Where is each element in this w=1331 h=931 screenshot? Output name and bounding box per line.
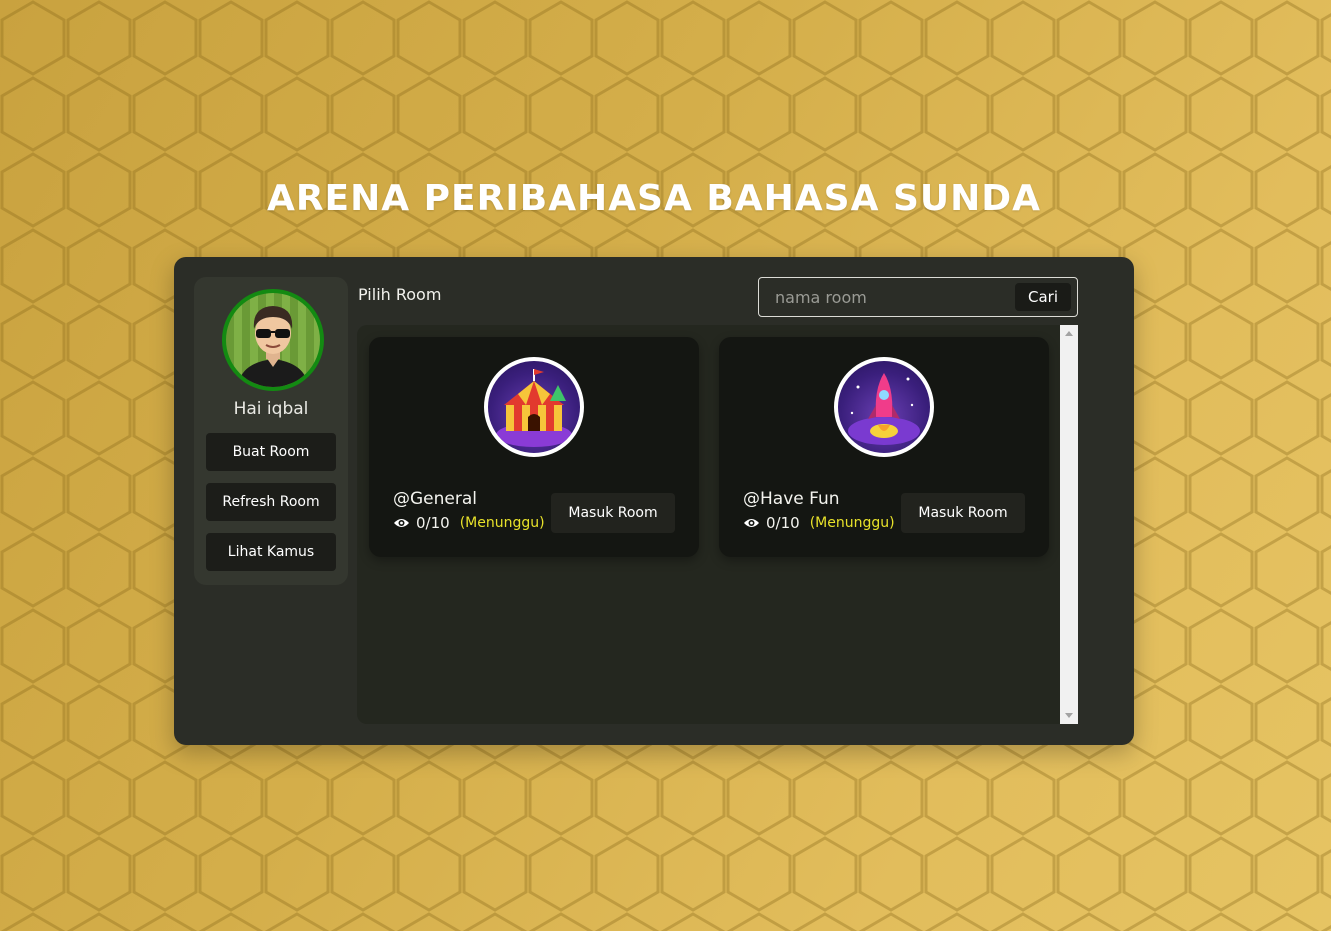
enter-room-button[interactable]: Masuk Room <box>551 493 675 533</box>
room-status: (Menunggu) <box>809 515 895 531</box>
room-list-scrollbar[interactable] <box>1060 325 1078 724</box>
room-status: (Menunggu) <box>459 515 545 531</box>
room-card: @General 0/10 (Menunggu) Masuk Room <box>369 337 699 557</box>
rooms-heading: Pilih Room <box>358 285 442 304</box>
eye-icon <box>744 519 759 527</box>
room-stats: 0/10 (Menunggu) <box>393 514 545 532</box>
room-player-count: 0/10 <box>416 514 450 532</box>
eye-icon <box>394 519 409 527</box>
page-title: ARENA PERIBAHASA BAHASA SUNDA <box>266 178 1042 219</box>
user-avatar-icon <box>222 289 324 391</box>
scroll-up-arrow-icon[interactable] <box>1065 331 1073 336</box>
room-stats: 0/10 (Menunggu) <box>743 514 895 532</box>
refresh-room-button[interactable]: Refresh Room <box>206 483 336 521</box>
scroll-down-arrow-icon[interactable] <box>1065 713 1073 718</box>
room-search-box: Cari <box>758 277 1078 317</box>
rocket-icon <box>834 357 934 457</box>
create-room-button[interactable]: Buat Room <box>206 433 336 471</box>
view-dictionary-button[interactable]: Lihat Kamus <box>206 533 336 571</box>
room-name: @Have Fun <box>743 489 840 509</box>
room-name: @General <box>393 489 477 509</box>
user-greeting: Hai iqbal <box>233 399 309 419</box>
room-list: @General 0/10 (Menunggu) Masuk Room @Hav… <box>357 325 1060 724</box>
room-search-input[interactable] <box>769 282 1021 312</box>
user-sidebar: Hai iqbal Buat Room Refresh Room Lihat K… <box>194 277 348 585</box>
lobby-panel: Hai iqbal Buat Room Refresh Room Lihat K… <box>174 257 1134 745</box>
search-button[interactable]: Cari <box>1015 283 1071 311</box>
enter-room-button[interactable]: Masuk Room <box>901 493 1025 533</box>
circus-tent-icon <box>484 357 584 457</box>
room-player-count: 0/10 <box>766 514 800 532</box>
room-card: @Have Fun 0/10 (Menunggu) Masuk Room <box>719 337 1049 557</box>
